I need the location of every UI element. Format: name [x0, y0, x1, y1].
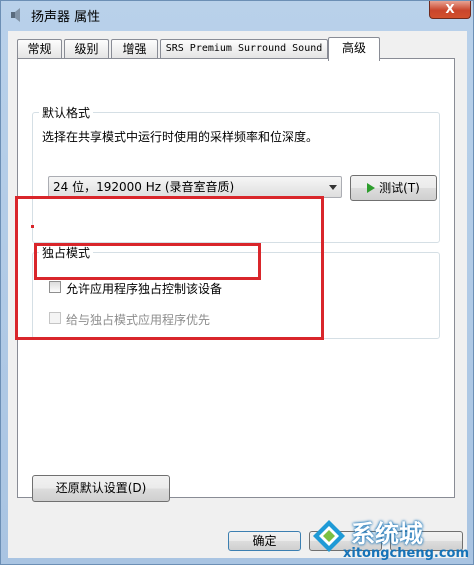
annotation-dot	[31, 225, 34, 228]
tab-general[interactable]: 常规	[17, 39, 62, 59]
tab-advanced[interactable]: 高级	[328, 37, 380, 61]
watermark-url: xitongcheng.com	[343, 546, 470, 561]
title-bar[interactable]: 扬声器 属性 X	[1, 1, 474, 29]
play-icon	[367, 183, 376, 193]
site-watermark: 系统城 xitongcheng.com	[311, 514, 471, 564]
restore-defaults-button[interactable]: 还原默认设置(D)	[32, 475, 170, 502]
properties-window: 扬声器 属性 X 常规 级别 增强 SRS Premium Surround S…	[0, 0, 474, 565]
format-select-value: 24 位，192000 Hz (录音室音质)	[53, 180, 235, 194]
test-button[interactable]: 测试(T)	[350, 175, 437, 201]
speaker-icon	[11, 8, 20, 22]
watermark-text: 系统城	[351, 520, 423, 548]
ok-button[interactable]: 确定	[228, 531, 301, 551]
format-description: 选择在共享模式中运行时使用的采样频率和位深度。	[42, 130, 319, 144]
format-select[interactable]: 24 位，192000 Hz (录音室音质)	[48, 176, 342, 198]
tab-levels[interactable]: 级别	[64, 39, 109, 59]
highlight-annotation-inner	[34, 243, 261, 280]
test-button-label: 测试(T)	[379, 181, 420, 195]
window-title: 扬声器 属性	[31, 10, 101, 25]
tab-enhancements[interactable]: 增强	[111, 39, 158, 59]
default-format-label: 默认格式	[39, 104, 94, 121]
chevron-down-icon	[329, 185, 337, 190]
close-button[interactable]: X	[429, 1, 471, 19]
watermark-logo-icon	[313, 520, 345, 552]
tab-srs-surround[interactable]: SRS Premium Surround Sound	[160, 39, 328, 59]
